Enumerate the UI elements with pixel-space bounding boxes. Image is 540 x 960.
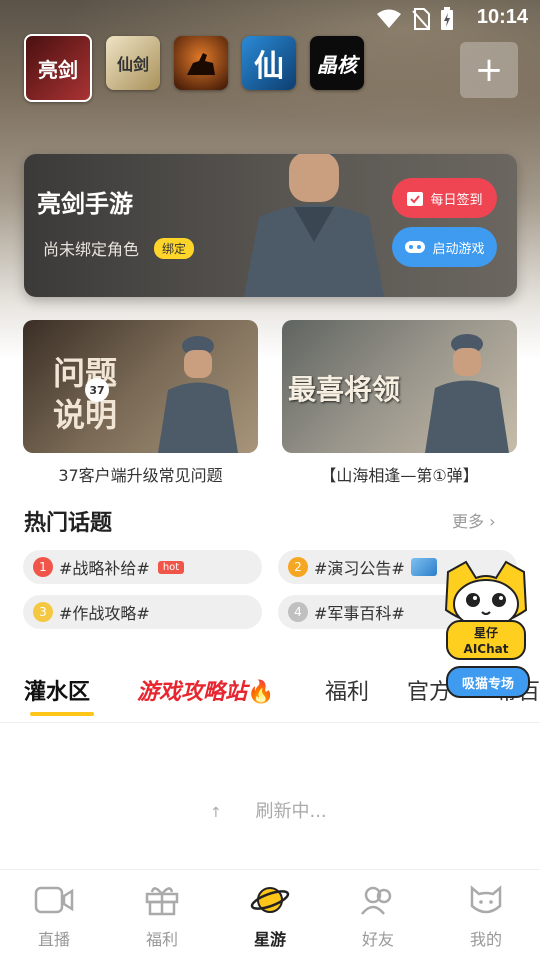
tab-game-guide-label: 游戏攻略站 (137, 680, 248, 705)
game-icon-label: 仙剑 (116, 55, 149, 74)
tab-divider (0, 722, 540, 723)
nav-live[interactable]: 直播 (0, 884, 108, 950)
gamepad-icon (405, 241, 426, 253)
game-icon-jinghe[interactable]: 晶核 (310, 36, 364, 90)
mascot-chat-badge[interactable]: 星仔 AIChat (446, 620, 526, 660)
calendar-icon (407, 192, 424, 206)
planet-icon (250, 887, 290, 913)
battery-charging-icon (441, 7, 453, 30)
refresh-text: 刷新中... (255, 801, 327, 822)
more-link[interactable]: 更多 › (452, 508, 496, 532)
daily-sign-label: 每日签到 (430, 192, 483, 208)
hot-badge: hot (157, 560, 185, 574)
status-time: 10:14 (476, 6, 528, 28)
tab-game-guide[interactable]: 游戏攻略站🔥 (137, 674, 274, 706)
nav-xingyou[interactable]: 星游 (216, 884, 324, 950)
topic-text: #演习公告# (314, 559, 405, 578)
banner-faq-tag: 37 (85, 378, 109, 402)
rank-badge: 4 (288, 602, 308, 622)
banner-generals[interactable]: 最喜将领 (282, 320, 517, 453)
status-bar: 10:14 (0, 0, 540, 36)
bottom-nav: 直播 福利 星游 好友 我的 (0, 869, 540, 960)
nav-welfare-label: 福利 (145, 930, 178, 949)
daily-sign-button[interactable]: 每日签到 (392, 178, 497, 218)
banner-faq[interactable]: 问题 说明 37 (23, 320, 258, 453)
card-subtitle: 尚未绑定角色 (43, 240, 140, 259)
horse-rider-icon (187, 53, 215, 75)
banner-faq-caption: 37客户端升级常见问题 (58, 466, 223, 485)
game-card[interactable]: 亮剑手游 尚未绑定角色 绑定 每日签到 启动游戏 (24, 154, 517, 297)
chevron-right-icon: › (489, 512, 496, 531)
topic-item[interactable]: 3 #作战攻略# (23, 595, 262, 629)
mascot-label-3: 吸猫专场 (461, 676, 514, 692)
nav-live-label: 直播 (37, 930, 70, 949)
mascot-cat-badge[interactable]: 吸猫专场 (446, 666, 530, 698)
nav-welfare[interactable]: 福利 (108, 884, 216, 950)
no-sim-icon (412, 8, 430, 30)
plus-icon: + (474, 50, 504, 90)
more-label: 更多 (452, 512, 485, 531)
rank-badge: 3 (33, 602, 53, 622)
game-icon-xianjian[interactable]: 仙剑 (106, 36, 160, 90)
bind-badge[interactable]: 绑定 (154, 238, 195, 259)
banner-generals-caption: 【山海相逢—第①弹】 (320, 466, 479, 485)
topic-text: #军事百科# (314, 604, 405, 623)
mascot-label-1: 星仔 (473, 626, 498, 640)
banner-faq-line2: 说明 (53, 396, 118, 434)
game-icon-xian[interactable]: 仙 (242, 36, 296, 90)
nav-xingyou-label: 星游 (253, 930, 286, 949)
game-icon-liangjian[interactable]: 亮剑 (24, 34, 92, 102)
soldier-illustration (425, 334, 509, 453)
nav-mine[interactable]: 我的 (432, 884, 540, 950)
nav-friends-label: 好友 (361, 930, 394, 949)
gift-icon (145, 887, 179, 916)
start-game-button[interactable]: 启动游戏 (392, 227, 497, 267)
image-thumb-icon (410, 558, 437, 576)
nav-mine-label: 我的 (469, 930, 502, 949)
game-icon-label: 晶核 (317, 52, 357, 77)
start-game-label: 启动游戏 (432, 241, 485, 257)
soldier-illustration (158, 336, 238, 453)
active-tab-indicator (30, 712, 94, 716)
arrow-up-icon: ↑ (210, 805, 222, 821)
banner-generals-title: 最喜将领 (288, 373, 401, 406)
refresh-indicator: ↑ 刷新中... (210, 797, 410, 823)
game-icon-label: 仙 (254, 49, 284, 84)
nav-friends[interactable]: 好友 (324, 884, 432, 950)
game-icon-label: 亮剑 (38, 57, 78, 82)
topic-text: #作战攻略# (59, 604, 150, 623)
rank-badge: 1 (33, 557, 53, 577)
add-game-button[interactable]: + (460, 42, 518, 98)
tab-guanshui[interactable]: 灌水区 (24, 674, 90, 706)
wifi-icon (377, 9, 401, 28)
topic-item[interactable]: 1 #战略补给# hot (23, 550, 262, 584)
soldier-illustration (244, 154, 384, 297)
game-icon-row: 亮剑 仙剑 仙 晶核 (24, 34, 364, 102)
cat-face-icon (470, 885, 502, 914)
rank-badge: 2 (288, 557, 308, 577)
mascot-widget[interactable]: 星仔 AIChat 吸猫专场 (438, 558, 534, 708)
video-camera-icon (34, 886, 74, 914)
mascot-label-2: AIChat (463, 642, 509, 656)
flame-icon: 🔥 (247, 680, 275, 705)
card-title: 亮剑手游 (37, 190, 133, 218)
topic-text: #战略补给# (59, 559, 150, 578)
hot-topics-title: 热门话题 (24, 511, 113, 536)
status-icons (376, 7, 454, 31)
tab-welfare[interactable]: 福利 (325, 674, 369, 706)
friends-icon (361, 886, 392, 915)
game-icon-horseman[interactable] (174, 36, 228, 90)
